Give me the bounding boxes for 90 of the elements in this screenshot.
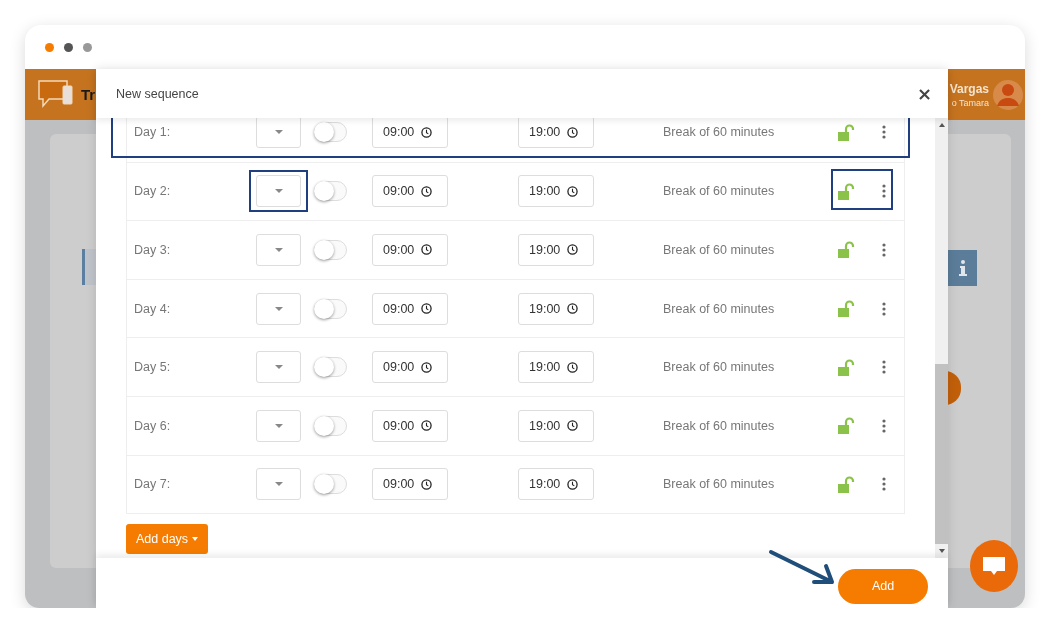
caret-icon: [274, 306, 283, 311]
time-field[interactable]: 09:00: [372, 468, 448, 501]
time-field[interactable]: 19:00: [518, 409, 594, 442]
unlocked-lock-icon[interactable]: [838, 182, 855, 200]
dropdown[interactable]: [256, 234, 301, 266]
time-field[interactable]: 09:00: [372, 351, 448, 384]
clock-icon: [567, 126, 579, 138]
more-icon[interactable]: [882, 477, 886, 492]
clock-icon: [421, 478, 433, 490]
unlocked-lock-icon[interactable]: [838, 241, 855, 259]
caret-icon: [274, 189, 283, 194]
unlocked-lock-icon[interactable]: [838, 417, 855, 435]
time-field[interactable]: 19:00: [518, 351, 594, 384]
caret-icon: [274, 365, 283, 370]
toggle-switch[interactable]: [314, 122, 347, 143]
time-field[interactable]: 09:00: [372, 234, 448, 266]
toggle-switch[interactable]: [314, 298, 347, 319]
window-dot[interactable]: [83, 42, 92, 52]
clock-icon: [567, 420, 579, 432]
toggle-switch[interactable]: [314, 415, 347, 436]
clock-icon: [567, 361, 579, 373]
time-field[interactable]: 19:00: [518, 234, 594, 266]
dropdown[interactable]: [256, 175, 301, 208]
caret-icon: [274, 248, 283, 252]
time-field[interactable]: 19:00: [518, 175, 594, 208]
clock-icon: [421, 185, 433, 197]
break-text: Break of 60 minutes: [663, 243, 776, 257]
more-icon[interactable]: [882, 184, 886, 199]
day-label: Day 6:: [134, 418, 172, 433]
clock-icon: [421, 420, 433, 432]
clock-icon: [421, 126, 433, 138]
clock-icon: [567, 478, 579, 490]
dropdown[interactable]: [256, 292, 301, 325]
break-text: Break of 60 minutes: [663, 360, 776, 375]
day-label: Day 7:: [134, 477, 172, 492]
user-name: Vargas: [949, 81, 989, 96]
clock-icon: [567, 303, 579, 315]
chat-icon: [982, 555, 1006, 577]
toggle-switch[interactable]: [314, 357, 347, 378]
time-field[interactable]: 09:00: [372, 292, 448, 325]
caret-icon: [274, 130, 283, 135]
close-button[interactable]: ×: [914, 84, 934, 103]
day-label: Day 4:: [134, 301, 172, 316]
clock-icon: [421, 244, 433, 256]
time-field[interactable]: 19:00: [518, 468, 594, 501]
unlocked-lock-icon[interactable]: [838, 300, 855, 318]
clock-icon: [567, 244, 579, 256]
time-field[interactable]: 19:00: [518, 292, 594, 325]
unlocked-lock-icon[interactable]: [838, 123, 855, 141]
window-dot[interactable]: [64, 42, 73, 52]
break-text: Break of 60 minutes: [663, 184, 776, 199]
break-text: Break of 60 minutes: [663, 477, 776, 492]
dropdown[interactable]: [256, 468, 301, 501]
window-dot[interactable]: [45, 42, 54, 52]
time-field[interactable]: 19:00: [518, 118, 594, 149]
break-text: Break of 60 minutes: [663, 301, 776, 316]
more-icon[interactable]: [882, 243, 886, 257]
unlocked-lock-icon[interactable]: [838, 475, 855, 493]
clock-icon: [567, 185, 579, 197]
day-label: Day 3:: [134, 243, 172, 257]
more-icon[interactable]: [882, 360, 886, 375]
toggle-switch[interactable]: [314, 474, 347, 495]
time-field[interactable]: 09:00: [372, 409, 448, 442]
more-icon[interactable]: [882, 301, 886, 316]
day-label: Day 2:: [134, 184, 172, 199]
modal-title: New sequence: [116, 86, 199, 101]
logo-text: Tr: [81, 86, 96, 103]
day-label: Day 5:: [134, 360, 172, 375]
time-field[interactable]: 09:00: [372, 118, 448, 149]
user-subtitle: o Tamara: [951, 97, 989, 108]
break-text: Break of 60 minutes: [663, 125, 776, 140]
break-text: Break of 60 minutes: [663, 418, 776, 433]
caret-icon: [274, 423, 283, 428]
more-icon[interactable]: [882, 418, 886, 433]
avatar-icon[interactable]: [993, 79, 1023, 110]
clock-icon: [421, 361, 433, 373]
caret-icon: [274, 482, 283, 487]
time-field[interactable]: 09:00: [372, 175, 448, 208]
scrollbar[interactable]: [935, 118, 948, 558]
info-icon: [958, 260, 967, 276]
day-label: Day 1:: [134, 125, 172, 140]
dropdown[interactable]: [256, 351, 301, 384]
info-button[interactable]: [948, 250, 977, 286]
dropdown[interactable]: [256, 409, 301, 442]
more-icon[interactable]: [882, 125, 886, 140]
dropdown[interactable]: [256, 118, 301, 149]
unlocked-lock-icon[interactable]: [838, 358, 855, 376]
clock-icon: [421, 303, 433, 315]
toggle-switch[interactable]: [314, 240, 347, 260]
toggle-switch[interactable]: [314, 181, 347, 202]
